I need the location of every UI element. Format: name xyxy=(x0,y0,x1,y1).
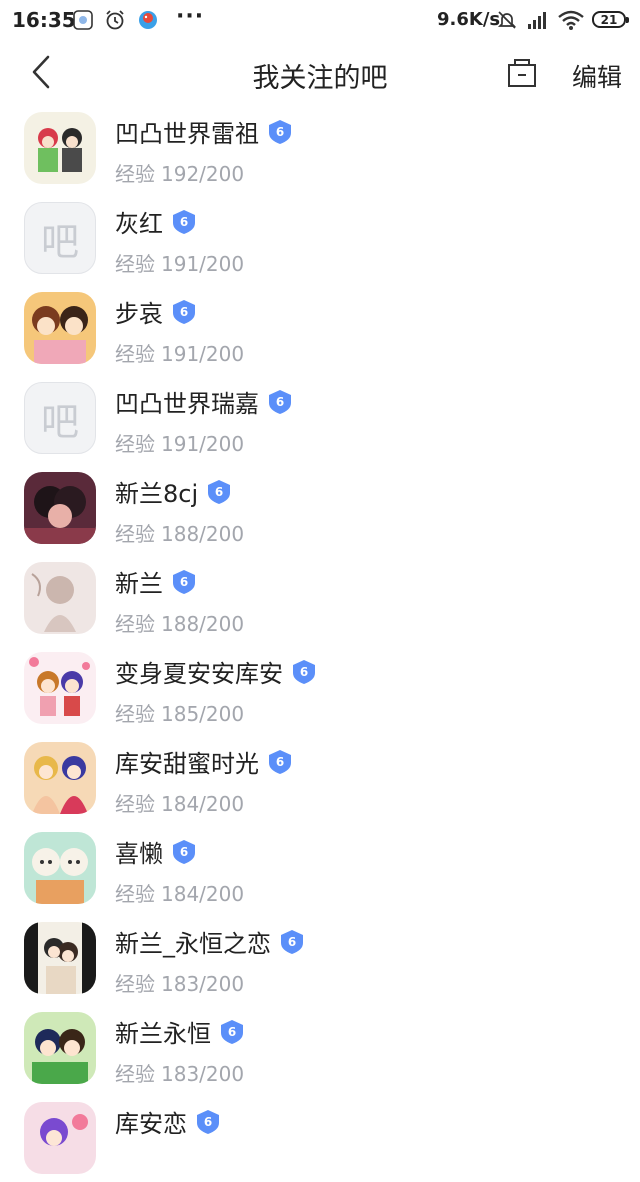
bar-exp: 经验 191/200 xyxy=(115,432,245,456)
list-item[interactable]: 库安恋 6 xyxy=(0,1092,640,1182)
level-value: 6 xyxy=(288,935,296,949)
bar-avatar xyxy=(24,832,96,904)
bar-avatar xyxy=(24,652,96,724)
network-speed: 9.6K/s xyxy=(437,9,501,30)
bar-avatar xyxy=(24,562,96,634)
level-badge-icon: 6 xyxy=(173,209,195,234)
level-badge-icon: 6 xyxy=(281,929,303,954)
list-item[interactable]: 新兰 6 经验 188/200 xyxy=(0,552,640,642)
bar-avatar-placeholder: 吧 xyxy=(24,202,96,274)
bar-avatar xyxy=(24,1102,96,1174)
list-item[interactable]: 新兰8cj 6 经验 188/200 xyxy=(0,462,640,552)
bar-exp: 经验 183/200 xyxy=(115,972,245,996)
level-value: 6 xyxy=(180,575,188,589)
bar-exp: 经验 188/200 xyxy=(115,612,245,636)
bar-name: 凹凸世界雷祖 xyxy=(115,120,259,148)
bird-app-icon xyxy=(139,11,157,29)
bar-name: 新兰 xyxy=(115,570,163,598)
bar-avatar xyxy=(24,922,96,994)
level-value: 6 xyxy=(228,1025,236,1039)
bar-name: 库安甜蜜时光 xyxy=(115,750,259,778)
bar-exp: 经验 184/200 xyxy=(115,792,245,816)
bar-avatar xyxy=(24,1012,96,1084)
list-item[interactable]: 变身夏安安库安 6 经验 185/200 xyxy=(0,642,640,732)
level-value: 6 xyxy=(204,1115,212,1129)
level-badge-icon: 6 xyxy=(269,749,291,774)
level-value: 6 xyxy=(276,755,284,769)
level-value: 6 xyxy=(180,845,188,859)
list-item[interactable]: 凹凸世界雷祖 6 经验 192/200 xyxy=(0,102,640,192)
bar-name: 步哀 xyxy=(115,300,163,328)
bar-exp: 经验 184/200 xyxy=(115,882,245,906)
wifi-icon xyxy=(558,10,584,30)
list-item[interactable]: 新兰永恒 6 经验 183/200 xyxy=(0,1002,640,1092)
level-badge-icon: 6 xyxy=(173,299,195,324)
level-value: 6 xyxy=(300,665,308,679)
list-item[interactable]: 吧 凹凸世界瑞嘉 6 经验 191/200 xyxy=(0,372,640,462)
level-value: 6 xyxy=(276,395,284,409)
list-item[interactable]: 吧 灰红 6 经验 191/200 xyxy=(0,192,640,282)
bar-name: 新兰8cj xyxy=(115,480,199,508)
level-value: 6 xyxy=(180,305,188,319)
bar-avatar xyxy=(24,742,96,814)
list-item[interactable]: 步哀 6 经验 191/200 xyxy=(0,282,640,372)
followed-bars-list: 凹凸世界雷祖 6 经验 192/200 吧 灰红 6 经验 191/200 步哀 6… xyxy=(0,102,640,1182)
bar-exp: 经验 183/200 xyxy=(115,1062,245,1086)
bar-avatar xyxy=(24,112,96,184)
level-value: 6 xyxy=(276,125,284,139)
bar-exp: 经验 191/200 xyxy=(115,342,245,366)
mute-bell-icon xyxy=(497,11,517,29)
alarm-icon xyxy=(106,10,124,30)
nav-bar: 我关注的吧 编辑 xyxy=(0,42,640,102)
level-value: 6 xyxy=(180,215,188,229)
bar-name: 灰红 xyxy=(115,210,163,238)
level-badge-icon: 6 xyxy=(197,1109,219,1134)
more-dots-icon: ··· xyxy=(176,4,205,29)
page-title: 我关注的吧 xyxy=(252,63,388,94)
level-value: 6 xyxy=(215,485,223,499)
bar-avatar xyxy=(24,292,96,364)
battery-icon: 21 xyxy=(592,11,629,28)
list-item[interactable]: 喜懒 6 经验 184/200 xyxy=(0,822,640,912)
bar-exp: 经验 185/200 xyxy=(115,702,245,726)
level-badge-icon: 6 xyxy=(269,119,291,144)
level-badge-icon: 6 xyxy=(208,479,231,504)
edit-button[interactable]: 编辑 xyxy=(572,58,622,94)
bar-exp xyxy=(115,1148,121,1172)
bar-avatar-placeholder: 吧 xyxy=(24,382,96,454)
status-bar: 16:35 ··· 9.6K/s 21 xyxy=(0,0,640,42)
folder-icon[interactable] xyxy=(506,57,538,89)
bar-exp: 经验 188/200 xyxy=(115,522,245,546)
level-badge-icon: 6 xyxy=(173,839,195,864)
level-badge-icon: 6 xyxy=(269,389,291,414)
bar-exp: 经验 191/200 xyxy=(115,252,245,276)
notification-app-icon xyxy=(73,10,93,30)
bar-name: 变身夏安安库安 xyxy=(115,660,283,688)
bar-name: 喜懒 xyxy=(115,840,163,868)
level-badge-icon: 6 xyxy=(173,569,195,594)
bar-name: 新兰永恒 xyxy=(115,1020,211,1048)
status-time: 16:35 xyxy=(12,8,76,32)
list-item[interactable]: 库安甜蜜时光 6 经验 184/200 xyxy=(0,732,640,822)
level-badge-icon: 6 xyxy=(221,1019,243,1044)
bar-name: 凹凸世界瑞嘉 xyxy=(115,390,259,418)
level-badge-icon: 6 xyxy=(293,659,315,684)
list-item[interactable]: 新兰_永恒之恋 6 经验 183/200 xyxy=(0,912,640,1002)
bar-avatar xyxy=(24,472,96,544)
signal-icon xyxy=(528,12,546,29)
bar-exp: 经验 192/200 xyxy=(115,162,245,186)
bar-name: 库安恋 xyxy=(115,1110,187,1138)
bar-name: 新兰_永恒之恋 xyxy=(115,930,271,958)
